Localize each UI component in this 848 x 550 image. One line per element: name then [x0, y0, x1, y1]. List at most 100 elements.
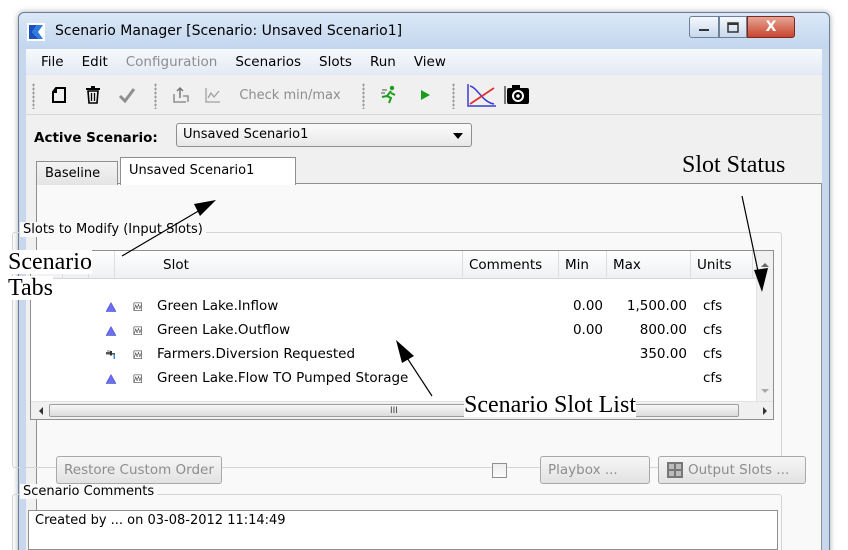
menu-slots[interactable]: Slots [310, 54, 361, 70]
delete-icon [86, 86, 100, 104]
header-comments[interactable]: Comments [463, 251, 559, 279]
series-icon [133, 350, 142, 359]
check-icon [118, 88, 136, 103]
menu-file[interactable]: File [32, 54, 73, 70]
menu-view[interactable]: View [405, 54, 455, 70]
close-button[interactable]: X [747, 16, 795, 38]
header-min[interactable]: Min [559, 251, 607, 279]
toolbar-separator [362, 83, 365, 109]
export-icon [173, 86, 189, 103]
active-scenario-value: Unsaved Scenario1 [183, 127, 309, 142]
toolbar-separator [452, 83, 455, 109]
check-minmax-label: Check min/max [239, 87, 341, 103]
chart-button[interactable] [464, 83, 500, 107]
slot-max: 800.00 [639, 322, 687, 338]
active-scenario-row: Active Scenario: [34, 125, 158, 151]
chart-icon [467, 84, 496, 107]
output-slots-button[interactable]: Output Slots ... [658, 456, 806, 484]
reservoir-icon [105, 373, 117, 384]
camera-icon [504, 85, 529, 104]
menu-run[interactable]: Run [361, 54, 405, 70]
title-bar[interactable]: Scenario Manager [Scenario: Unsaved Scen… [19, 13, 829, 49]
slot-comments [457, 367, 553, 391]
scenario-comments-textarea[interactable]: Created by ... on 03-08-2012 11:14:49 [28, 510, 778, 550]
slot-max: 1,500.00 [626, 298, 687, 314]
annotation-slot-status: Slot Status [682, 152, 786, 178]
playbox-button[interactable]: Playbox ... [540, 456, 650, 484]
series-icon [133, 374, 142, 383]
table-row[interactable]: Green Lake.Inflow 0.00 1,500.00 cfs [31, 295, 759, 319]
slot-name: Green Lake.Flow TO Pumped Storage [157, 370, 409, 386]
slot-units: cfs [703, 322, 723, 338]
plot-button[interactable] [200, 83, 226, 107]
export-button[interactable] [168, 83, 194, 107]
table-header: Slot Comments Min Max Units Ch [31, 251, 773, 279]
table-row[interactable]: Farmers.Diversion Requested 350.00 cfs [31, 343, 759, 367]
slot-name: Farmers.Diversion Requested [157, 346, 356, 362]
play-button[interactable] [412, 83, 438, 107]
slot-comments [457, 343, 553, 367]
delete-button[interactable] [80, 83, 106, 107]
header-plot-col [89, 251, 115, 279]
minimize-icon [699, 29, 709, 31]
slot-comments [457, 319, 553, 343]
scroll-up-icon [761, 263, 769, 267]
minimize-button[interactable] [689, 16, 719, 38]
annotation-scenario-tabs-line1: Scenario [8, 249, 92, 275]
check-minmax-button[interactable]: Check min/max [232, 83, 348, 107]
new-icon [52, 87, 66, 103]
tab-baseline[interactable]: Baseline [36, 161, 118, 185]
slot-max [601, 367, 693, 391]
run-figure-icon [381, 85, 396, 104]
slots-group-title: Slots to Modify (Input Slots) [20, 222, 206, 237]
menu-configuration[interactable]: Configuration [117, 54, 227, 70]
scroll-grip: III [390, 406, 398, 416]
tab-unsaved-scenario1[interactable]: Unsaved Scenario1 [120, 157, 296, 185]
toolbar: Check min/max [26, 75, 822, 115]
slot-max: 350.00 [639, 346, 687, 362]
plot-icon [205, 88, 220, 103]
accept-button[interactable] [114, 83, 140, 107]
header-units[interactable]: Units [691, 251, 753, 279]
play-icon [421, 90, 430, 100]
table-row[interactable]: Green Lake.Outflow 0.00 800.00 cfs [31, 319, 759, 343]
table-row[interactable]: Green Lake.Flow TO Pumped Storage cfs [31, 367, 759, 391]
app-icon [27, 23, 45, 41]
playbox-label: Playbox ... [548, 462, 618, 478]
scenario-comments-title: Scenario Comments [20, 484, 158, 499]
playbox-checkbox[interactable] [492, 463, 507, 478]
slot-name: Green Lake.Inflow [157, 298, 279, 314]
new-scenario-button[interactable] [46, 83, 72, 107]
restore-custom-order-button[interactable]: Restore Custom Order [56, 456, 222, 484]
window-title: Scenario Manager [Scenario: Unsaved Scen… [55, 23, 403, 39]
scroll-right-icon [763, 407, 767, 415]
maximize-button[interactable] [719, 16, 747, 38]
annotation-scenario-tabs-line2: Tabs [8, 275, 53, 301]
header-max[interactable]: Max [607, 251, 691, 279]
close-icon: X [765, 19, 777, 35]
run-scenario-button[interactable] [376, 83, 402, 107]
restore-custom-order-label: Restore Custom Order [64, 462, 214, 478]
maximize-icon [727, 21, 739, 33]
scroll-down-icon [761, 389, 769, 393]
menu-scenarios[interactable]: Scenarios [226, 54, 310, 70]
toolbar-separator [154, 83, 157, 109]
slot-comments [457, 295, 553, 319]
header-slot[interactable]: Slot [157, 251, 463, 279]
slot-units: cfs [703, 370, 723, 386]
output-slots-icon [667, 462, 683, 478]
menu-edit[interactable]: Edit [73, 54, 117, 70]
chevron-down-icon [453, 133, 463, 139]
active-scenario-select[interactable]: Unsaved Scenario1 [176, 123, 472, 147]
slot-units: cfs [703, 346, 723, 362]
reservoir-icon [105, 325, 117, 336]
toolbar-separator [32, 83, 35, 109]
horizontal-scrollbar[interactable]: III [31, 401, 773, 419]
scroll-left-icon [39, 407, 43, 415]
output-slots-label: Output Slots ... [688, 462, 790, 478]
slot-units: cfs [703, 298, 723, 314]
scenario-slot-table: Slot Comments Min Max Units Ch Green Lak… [30, 250, 774, 420]
scenario-comments-text: Created by ... on 03-08-2012 11:14:49 [35, 513, 286, 528]
tab-unsaved-scenario1-label: Unsaved Scenario1 [129, 163, 255, 178]
snapshot-button[interactable] [502, 83, 534, 107]
